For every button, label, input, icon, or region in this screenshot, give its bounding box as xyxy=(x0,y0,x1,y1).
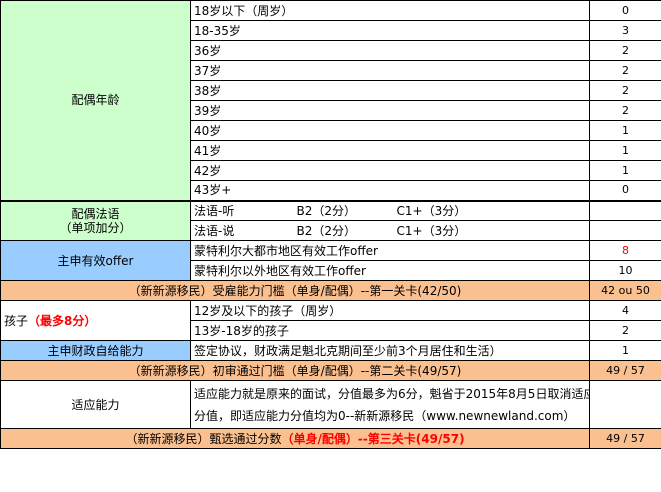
spouse-age-row: 配偶年龄 18岁以下（周岁） 0 xyxy=(0,0,661,201)
spouse-age-score: 0 xyxy=(589,0,661,21)
gate3-text-prefix: （新新源移民）甄选通过分数 xyxy=(125,431,282,446)
financial-row: 主申财政自给能力 签定协议，财政满足魁北克期间至少前3个月居住和生活） 1 xyxy=(0,340,661,361)
gate2-row: （新新源移民）初审通过门槛（单身/配偶）--第二关卡(49/57) 49 / 5… xyxy=(0,360,661,381)
gate3-score: 49 / 57 xyxy=(589,428,661,449)
adaptability-text-line1: 适应能力就是原来的面试，分值最多为6分，魁省于2015年8月5日取消适应能力 xyxy=(194,386,590,401)
gate3-row: （新新源移民）甄选通过分数（单身/配偶）--第三关卡(49/57) 49 / 5… xyxy=(0,428,661,449)
children-row: 孩子（最多8分） 12岁及以下的孩子（周岁） 4 xyxy=(0,300,661,341)
spouse-age-score: 0 xyxy=(589,180,661,201)
immigration-score-table: 配偶年龄 18岁以下（周岁） 0 18-35岁 3 36岁 2 37岁 2 38… xyxy=(0,0,661,449)
french-c1: C1+（3分） xyxy=(393,199,591,221)
gate3-text: （新新源移民）甄选通过分数（单身/配偶）--第三关卡(49/57) xyxy=(0,428,591,449)
children-label: 孩子（最多8分） xyxy=(0,300,191,341)
spouse-age-option: 41岁 xyxy=(189,140,591,161)
spouse-age-option: 39岁 xyxy=(189,100,591,121)
spouse-age-option: 18岁以下（周岁） xyxy=(189,0,591,21)
french-b2: B2（2分） xyxy=(293,199,394,221)
french-c1: C1+（3分） xyxy=(393,220,591,241)
gate1-text: （新新源移民）受雇能力门槛（单身/配偶）--第一关卡(42/50) xyxy=(0,280,591,301)
children-score: 2 xyxy=(589,320,661,341)
financial-label: 主申财政自给能力 xyxy=(0,340,191,361)
spouse-age-option: 36岁 xyxy=(189,40,591,61)
spouse-age-score: 2 xyxy=(589,40,661,61)
children-score: 4 xyxy=(589,300,661,321)
spouse-french-row: 配偶法语 （单项加分） 法语-听 B2（2分） C1+（3分） xyxy=(0,199,661,241)
french-skill: 法语-说 xyxy=(190,220,294,241)
financial-text: 签定协议，财政满足魁北克期间至少前3个月居住和生活） xyxy=(189,340,591,361)
offer-score: 10 xyxy=(589,260,661,281)
spouse-age-score: 2 xyxy=(589,100,661,121)
spouse-age-score: 1 xyxy=(589,120,661,141)
offer-option: 蒙特利尔以外地区有效工作offer xyxy=(189,260,591,281)
children-option: 13岁-18岁的孩子 xyxy=(189,320,591,341)
offer-row: 主申有效offer 蒙特利尔大都市地区有效工作offer 8 xyxy=(0,240,661,281)
spouse-french-label-line2: （单项加分） xyxy=(59,220,132,235)
adaptability-label: 适应能力 xyxy=(0,380,191,429)
french-score xyxy=(589,220,661,241)
spouse-age-score: 3 xyxy=(589,20,661,41)
children-option: 12岁及以下的孩子（周岁） xyxy=(189,300,591,321)
adaptability-row: 适应能力 适应能力就是原来的面试，分值最多为6分，魁省于2015年8月5日取消适… xyxy=(0,380,661,429)
offer-label: 主申有效offer xyxy=(0,240,191,281)
spouse-age-score: 2 xyxy=(589,60,661,81)
spouse-age-option: 18-35岁 xyxy=(189,20,591,41)
children-max-label: （最多8分） xyxy=(28,313,97,328)
gate2-text: （新新源移民）初审通过门槛（单身/配偶）--第二关卡(49/57) xyxy=(0,360,591,381)
children-label-text: 孩子 xyxy=(4,313,29,328)
gate2-score: 49 / 57 xyxy=(589,360,661,381)
financial-score: 1 xyxy=(589,340,661,361)
spouse-french-label-line1: 配偶法语 xyxy=(71,206,120,221)
french-skill: 法语-听 xyxy=(190,199,294,221)
offer-score: 8 xyxy=(589,240,661,261)
spouse-age-option: 38岁 xyxy=(189,80,591,101)
gate1-score: 42 ou 50 xyxy=(589,280,661,301)
spouse-age-score: 1 xyxy=(589,160,661,181)
spouse-age-option: 40岁 xyxy=(189,120,591,141)
adaptability-text: 适应能力就是原来的面试，分值最多为6分，魁省于2015年8月5日取消适应能力 分… xyxy=(189,380,591,429)
french-b2: B2（2分） xyxy=(293,220,394,241)
spouse-age-score: 1 xyxy=(589,140,661,161)
offer-option: 蒙特利尔大都市地区有效工作offer xyxy=(189,240,591,261)
adaptability-text-line2: 分值，即适应能力分值均为0--新新源移民（www.newnewland.com） xyxy=(194,408,576,423)
adaptability-score xyxy=(589,380,661,429)
spouse-age-option: 42岁 xyxy=(189,160,591,181)
spouse-age-label: 配偶年龄 xyxy=(0,0,191,201)
spouse-age-score: 2 xyxy=(589,80,661,101)
gate3-text-red: （单身/配偶）--第三关卡(49/57) xyxy=(281,431,465,446)
spouse-french-label: 配偶法语 （单项加分） xyxy=(0,199,191,241)
gate1-row: （新新源移民）受雇能力门槛（单身/配偶）--第一关卡(42/50) 42 ou … xyxy=(0,280,661,301)
french-score xyxy=(589,199,661,221)
spouse-age-option: 43岁+ xyxy=(189,180,591,201)
spouse-age-option: 37岁 xyxy=(189,60,591,81)
